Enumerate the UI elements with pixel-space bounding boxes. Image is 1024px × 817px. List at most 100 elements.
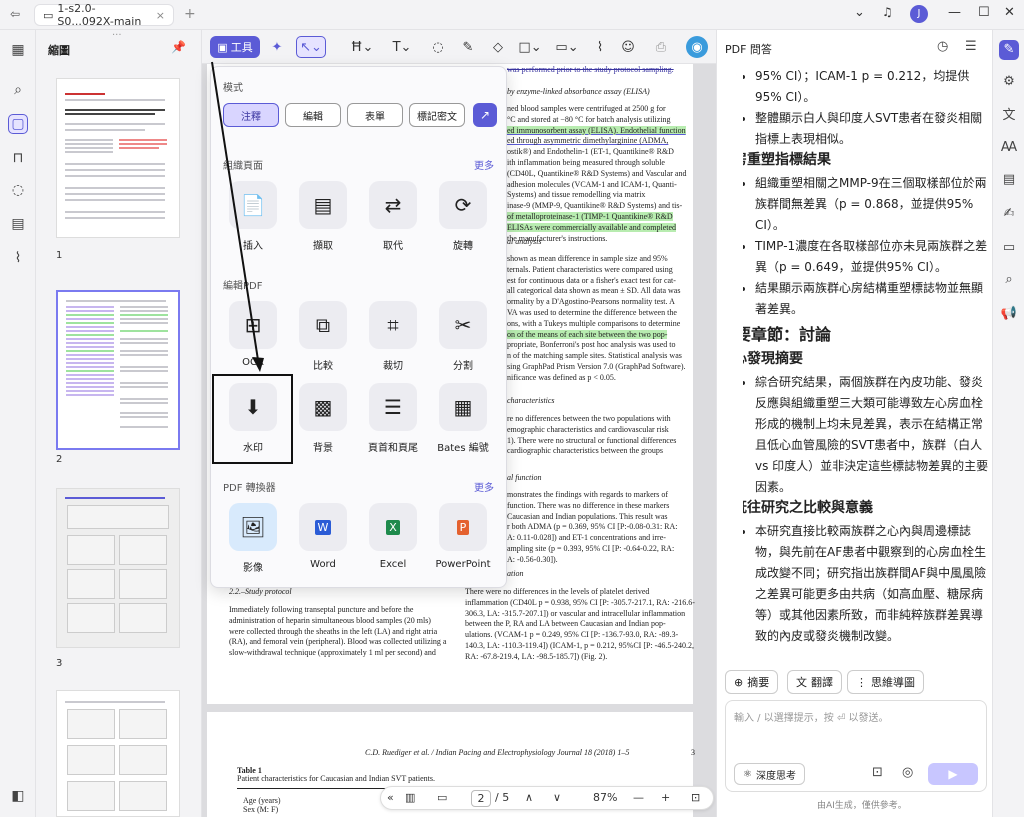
folder-icon[interactable]: ▭ bbox=[999, 238, 1019, 258]
open-external-icon[interactable]: ↗ bbox=[473, 103, 497, 127]
compare-icon: ⧉ bbox=[299, 301, 347, 349]
crop-tool[interactable]: ⌗ 裁切 bbox=[361, 301, 425, 377]
zoom-out-icon[interactable]: — bbox=[633, 791, 644, 804]
page-number-input[interactable]: 2 bbox=[471, 790, 491, 807]
collapse-icon[interactable]: « bbox=[387, 791, 394, 804]
search-icon[interactable]: ⌕ bbox=[8, 80, 28, 100]
to-word-tool[interactable]: W Word bbox=[291, 503, 355, 579]
mode-label: 模式 bbox=[223, 83, 243, 94]
summarize-button[interactable]: ⊕ 摘要 bbox=[725, 670, 779, 694]
chevron-down-icon[interactable]: ⌄ bbox=[854, 5, 865, 20]
announcement-icon[interactable]: 📢 bbox=[999, 304, 1019, 324]
doc-section-stat: al analysis bbox=[507, 237, 542, 246]
bell-icon[interactable]: ♫ bbox=[882, 5, 893, 19]
sidebar-toggle-icon[interactable]: ◧ bbox=[8, 786, 28, 806]
heading-tool-button[interactable]: Ħ⌄ bbox=[348, 36, 376, 58]
stamp-tool-icon[interactable]: ⎙ bbox=[650, 36, 672, 58]
page-thumbnail-4[interactable] bbox=[56, 690, 180, 817]
presentation-icon[interactable]: ▭ bbox=[437, 791, 447, 804]
mode-annotate-button[interactable]: 注釋 bbox=[223, 103, 279, 127]
page-thumbnail-2[interactable] bbox=[56, 290, 180, 450]
replace-tool[interactable]: ⇄ 取代 bbox=[361, 181, 425, 257]
split-tool[interactable]: ✂ 分割 bbox=[431, 301, 495, 377]
converter-more-link[interactable]: 更多 bbox=[474, 479, 494, 494]
deep-think-toggle[interactable]: ⚛ 深度思考 bbox=[734, 763, 805, 785]
rotate-tool[interactable]: ⟳ 旋轉 bbox=[431, 181, 495, 257]
header-footer-tool[interactable]: ☰ 頁首和頁尾 bbox=[361, 383, 425, 459]
pin-icon[interactable]: 📌 bbox=[171, 40, 186, 54]
eraser-tool-icon[interactable]: ◇ bbox=[488, 36, 508, 58]
page-number-3: 3 bbox=[56, 658, 63, 669]
history-icon[interactable]: ◷ bbox=[937, 39, 948, 54]
background-tool[interactable]: ▩ 背景 bbox=[291, 383, 355, 459]
attach-tool-icon[interactable]: ⌇ bbox=[590, 36, 610, 58]
grammar-icon[interactable]: Ꜳ bbox=[999, 138, 1019, 158]
compare-tool[interactable]: ⧉ 比較 bbox=[291, 301, 355, 377]
rewrite-icon[interactable]: ✍ bbox=[999, 204, 1019, 224]
bates-tool[interactable]: ▦ Bates 編號 bbox=[431, 383, 495, 459]
insert-page-icon: 📄 bbox=[229, 181, 277, 229]
document-tab[interactable]: ▭ 1-s2.0-S0...092X-main × bbox=[34, 2, 174, 28]
page-thumbnail-1[interactable] bbox=[56, 78, 180, 238]
prev-page-icon[interactable]: ∧ bbox=[525, 791, 533, 804]
comment-tool-icon[interactable]: ◌ bbox=[428, 36, 448, 58]
summary-icon[interactable]: ▤ bbox=[999, 170, 1019, 190]
translate-icon[interactable]: 文 bbox=[999, 106, 1019, 126]
pen-tool-icon[interactable]: ✎ bbox=[458, 36, 478, 58]
shape-tool-button[interactable]: □⌄ bbox=[516, 36, 544, 58]
replace-page-icon: ⇄ bbox=[369, 181, 417, 229]
to-powerpoint-tool[interactable]: P PowerPoint bbox=[431, 503, 495, 579]
bookmark-icon[interactable]: ⊓ bbox=[8, 148, 28, 168]
excel-icon: X bbox=[369, 503, 417, 551]
mode-edit-button[interactable]: 編輯 bbox=[285, 103, 341, 127]
header-footer-icon: ☰ bbox=[369, 383, 417, 431]
settings-icon[interactable]: ☰ bbox=[965, 39, 977, 54]
tools-label: 工具 bbox=[230, 41, 253, 54]
zoom-level[interactable]: 87% bbox=[593, 791, 617, 804]
extract-tool[interactable]: ▤ 擷取 bbox=[291, 181, 355, 257]
to-excel-tool[interactable]: X Excel bbox=[361, 503, 425, 579]
ocr-tool[interactable]: ⊞ OCR bbox=[221, 301, 285, 377]
layers-icon[interactable]: ▤ bbox=[8, 214, 28, 234]
ai-sparkle-icon[interactable]: ✦ bbox=[266, 36, 288, 58]
to-image-tool[interactable]: 🖼 影像 bbox=[221, 503, 285, 579]
insert-tool[interactable]: 📄 插入 bbox=[221, 181, 285, 257]
send-button[interactable]: ▶ bbox=[928, 763, 978, 785]
maximize-button[interactable]: ☐ bbox=[978, 5, 990, 20]
doc-section-protocol: 2.2.–Study protocol bbox=[229, 587, 292, 596]
chat-input[interactable]: 輸入 / 以選擇提示，按 ⏎ 以發送。 ⚛ 深度思考 ⊡ ◎ ▶ bbox=[725, 700, 987, 792]
thumbnails-icon[interactable]: ▢ bbox=[8, 114, 28, 134]
tab-close-icon[interactable]: × bbox=[156, 9, 165, 22]
fit-page-icon[interactable]: ⊡ bbox=[691, 791, 700, 804]
sticker-tool-icon[interactable]: ☺ bbox=[618, 36, 638, 58]
mode-form-button[interactable]: 表單 bbox=[347, 103, 403, 127]
ai-tools-icon[interactable]: ⚙ bbox=[999, 72, 1019, 92]
mode-redact-button[interactable]: 標記密文 bbox=[409, 103, 465, 127]
mindmap-button[interactable]: ⋮ 思維導圖 bbox=[847, 670, 924, 694]
minimize-button[interactable]: — bbox=[948, 5, 961, 20]
attachment-icon[interactable]: ⌇ bbox=[8, 248, 28, 268]
avatar[interactable]: J bbox=[910, 5, 928, 23]
resize-handle[interactable]: ··· bbox=[112, 30, 122, 41]
next-page-icon[interactable]: ∨ bbox=[553, 791, 561, 804]
page-layout-icon[interactable]: ▥ bbox=[405, 791, 415, 804]
app-menu-icon[interactable]: ⇦ bbox=[10, 7, 20, 21]
ai-chat-icon[interactable]: ✎ bbox=[999, 40, 1019, 60]
organize-more-link[interactable]: 更多 bbox=[474, 157, 494, 172]
page-thumbnail-3[interactable] bbox=[56, 488, 180, 648]
screenshot-icon[interactable]: ◎ bbox=[902, 765, 913, 780]
measure-tool-button[interactable]: ▭⌄ bbox=[552, 36, 582, 58]
ai-assistant-icon[interactable]: ◉ bbox=[686, 36, 708, 58]
image-upload-icon[interactable]: ⊡ bbox=[872, 765, 883, 780]
zoom-in-icon[interactable]: + bbox=[661, 791, 670, 804]
comment-icon[interactable]: ◌ bbox=[8, 180, 28, 200]
tools-button[interactable]: ▣ 工具 bbox=[210, 36, 260, 58]
grid-icon[interactable]: ▦ bbox=[8, 40, 28, 60]
close-button[interactable]: ✕ bbox=[1004, 5, 1015, 20]
translate-button[interactable]: 文 翻譯 bbox=[787, 670, 842, 694]
new-tab-button[interactable]: + bbox=[184, 6, 196, 22]
search-doc-icon[interactable]: ⌕ bbox=[999, 270, 1019, 290]
select-tool-button[interactable]: ↖⌄ bbox=[296, 36, 326, 58]
text-tool-button[interactable]: T⌄ bbox=[388, 36, 416, 58]
table-row-sex: Sex (M: F) bbox=[243, 805, 279, 814]
